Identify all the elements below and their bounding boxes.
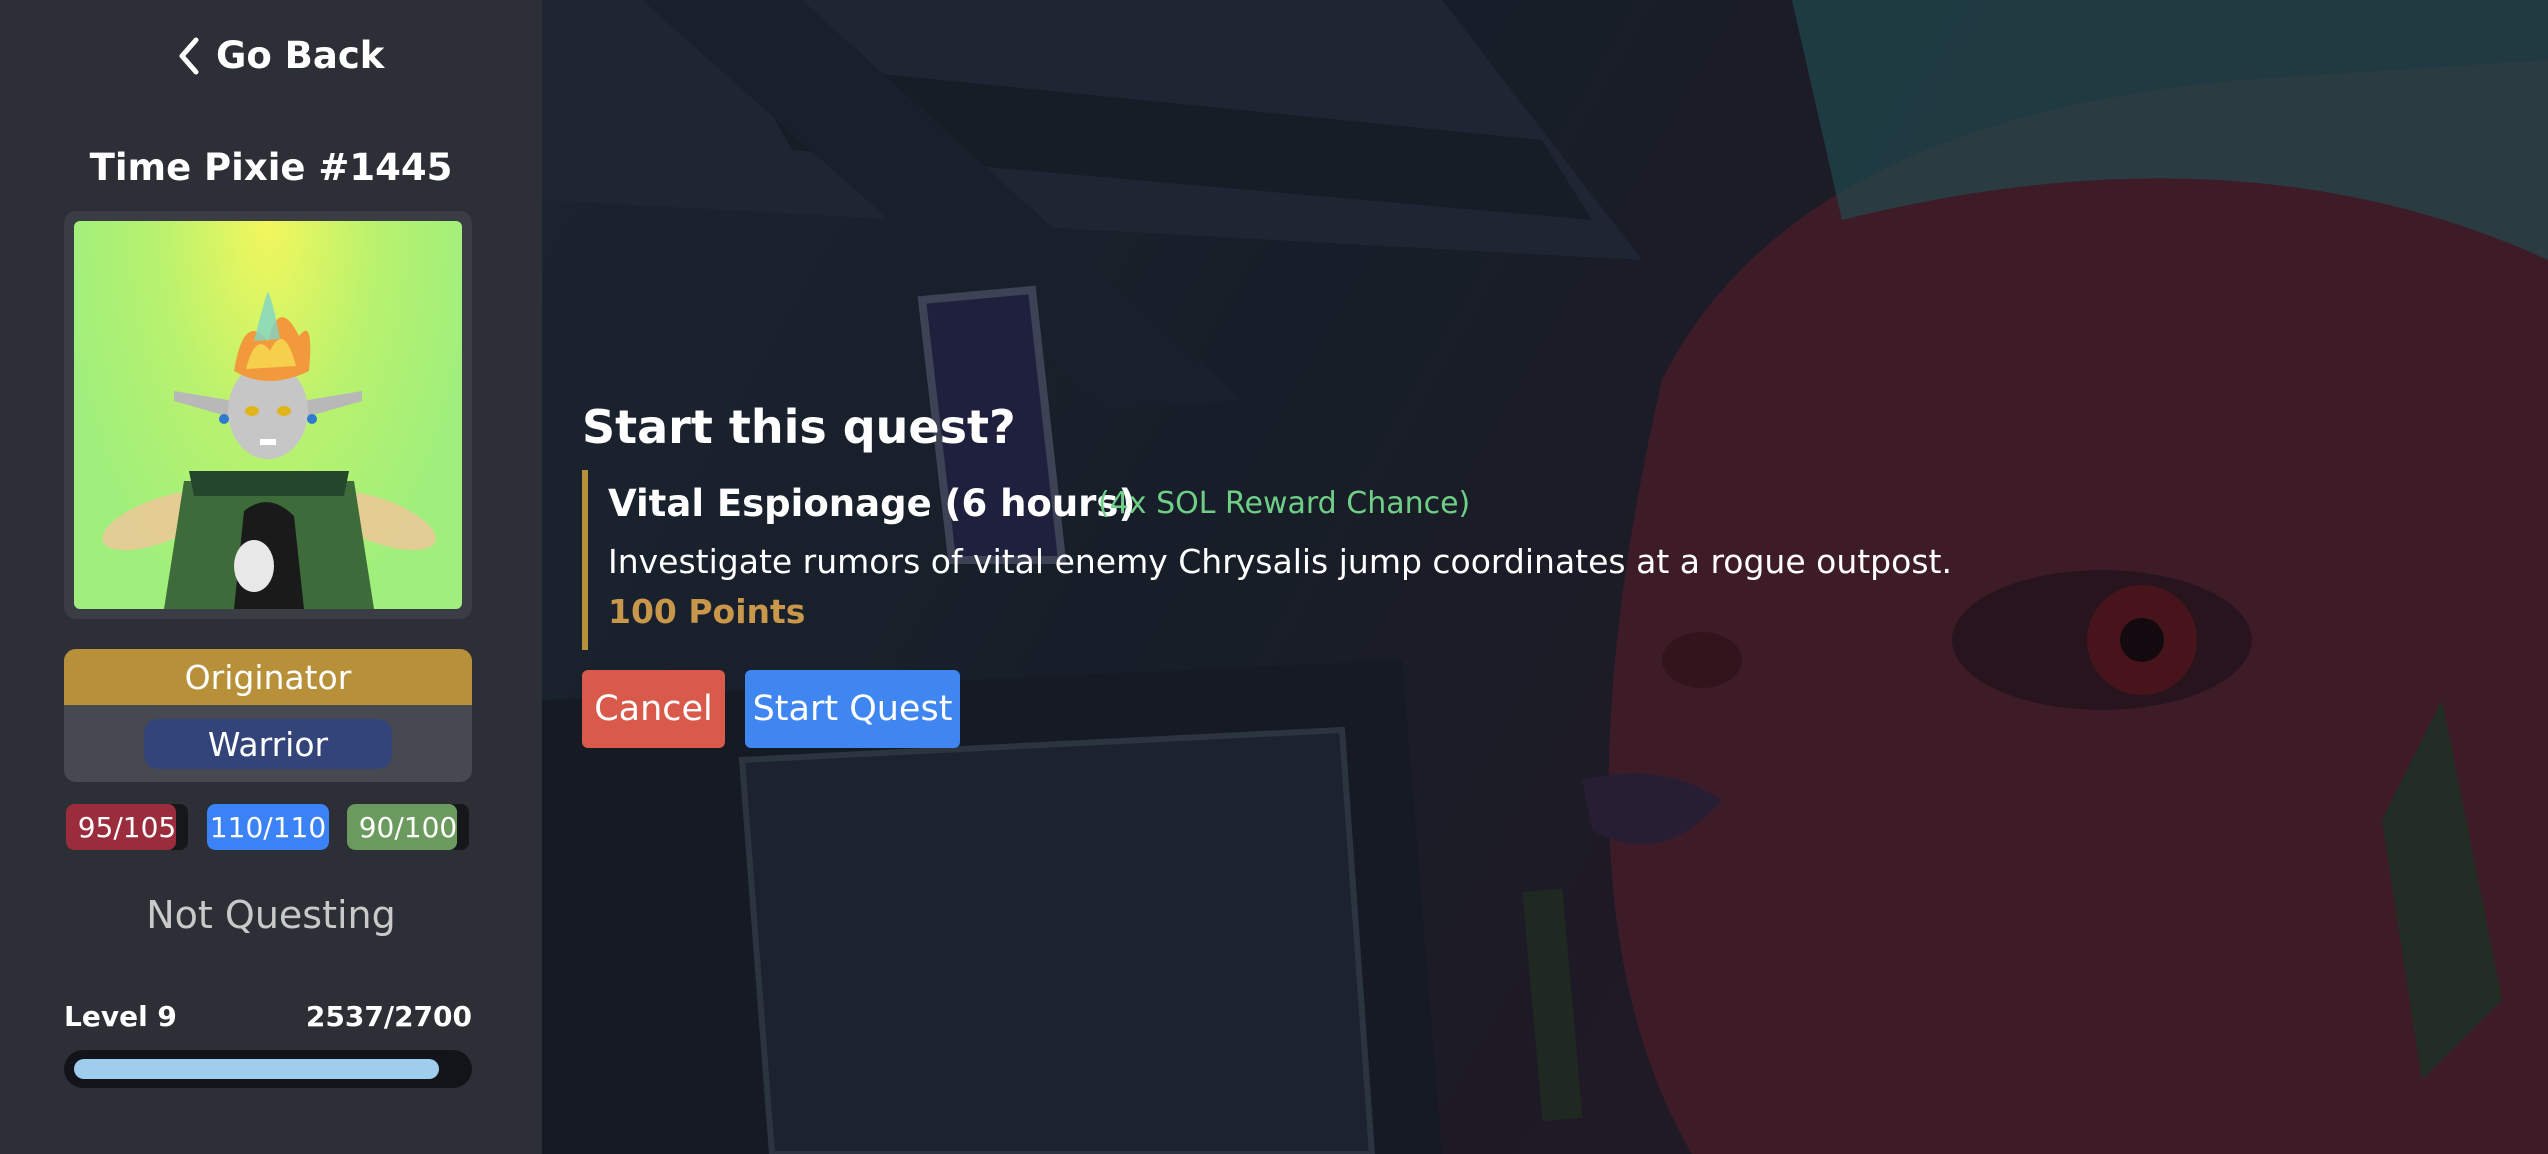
- quest-points: 100 Points: [608, 592, 806, 631]
- xp-progress-fill: [74, 1059, 439, 1079]
- start-quest-button[interactable]: Start Quest: [745, 670, 960, 748]
- quest-details: Vital Espionage (6 hours) (4x SOL Reward…: [582, 470, 1988, 650]
- quest-name: Vital Espionage (6 hours): [608, 482, 1136, 525]
- go-back-button[interactable]: Go Back: [176, 34, 384, 77]
- character-name: Time Pixie #1445: [89, 146, 453, 189]
- xp-progress-bar: [64, 1050, 472, 1088]
- cancel-button[interactable]: Cancel: [582, 670, 725, 748]
- pixie-artwork: [74, 221, 462, 609]
- health-stat: 95/105: [66, 804, 188, 850]
- origin-tag: Originator: [64, 649, 472, 705]
- energy-stat: 110/110: [207, 804, 329, 850]
- health-value: 95/105: [77, 810, 177, 844]
- character-tags: Originator Warrior: [64, 649, 472, 782]
- character-sidebar: Go Back Time Pixie #1445 Originator Warr…: [0, 0, 542, 1154]
- dialog-heading: Start this quest?: [582, 400, 1016, 454]
- go-back-label: Go Back: [216, 34, 385, 77]
- xp-label: 2537/2700: [305, 1000, 472, 1033]
- level-label: Level 9: [64, 1000, 177, 1033]
- quest-bonus: (4x SOL Reward Chance): [1098, 486, 1471, 521]
- energy-value: 110/110: [209, 810, 327, 844]
- quest-status: Not Questing: [146, 893, 396, 937]
- class-tag: Warrior: [144, 719, 392, 769]
- stamina-stat: 90/100: [347, 804, 469, 850]
- quest-description: Investigate rumors of vital enemy Chrysa…: [608, 542, 1952, 581]
- character-portrait: [64, 211, 472, 619]
- chevron-left-icon: [179, 37, 199, 74]
- stamina-value: 90/100: [358, 810, 458, 844]
